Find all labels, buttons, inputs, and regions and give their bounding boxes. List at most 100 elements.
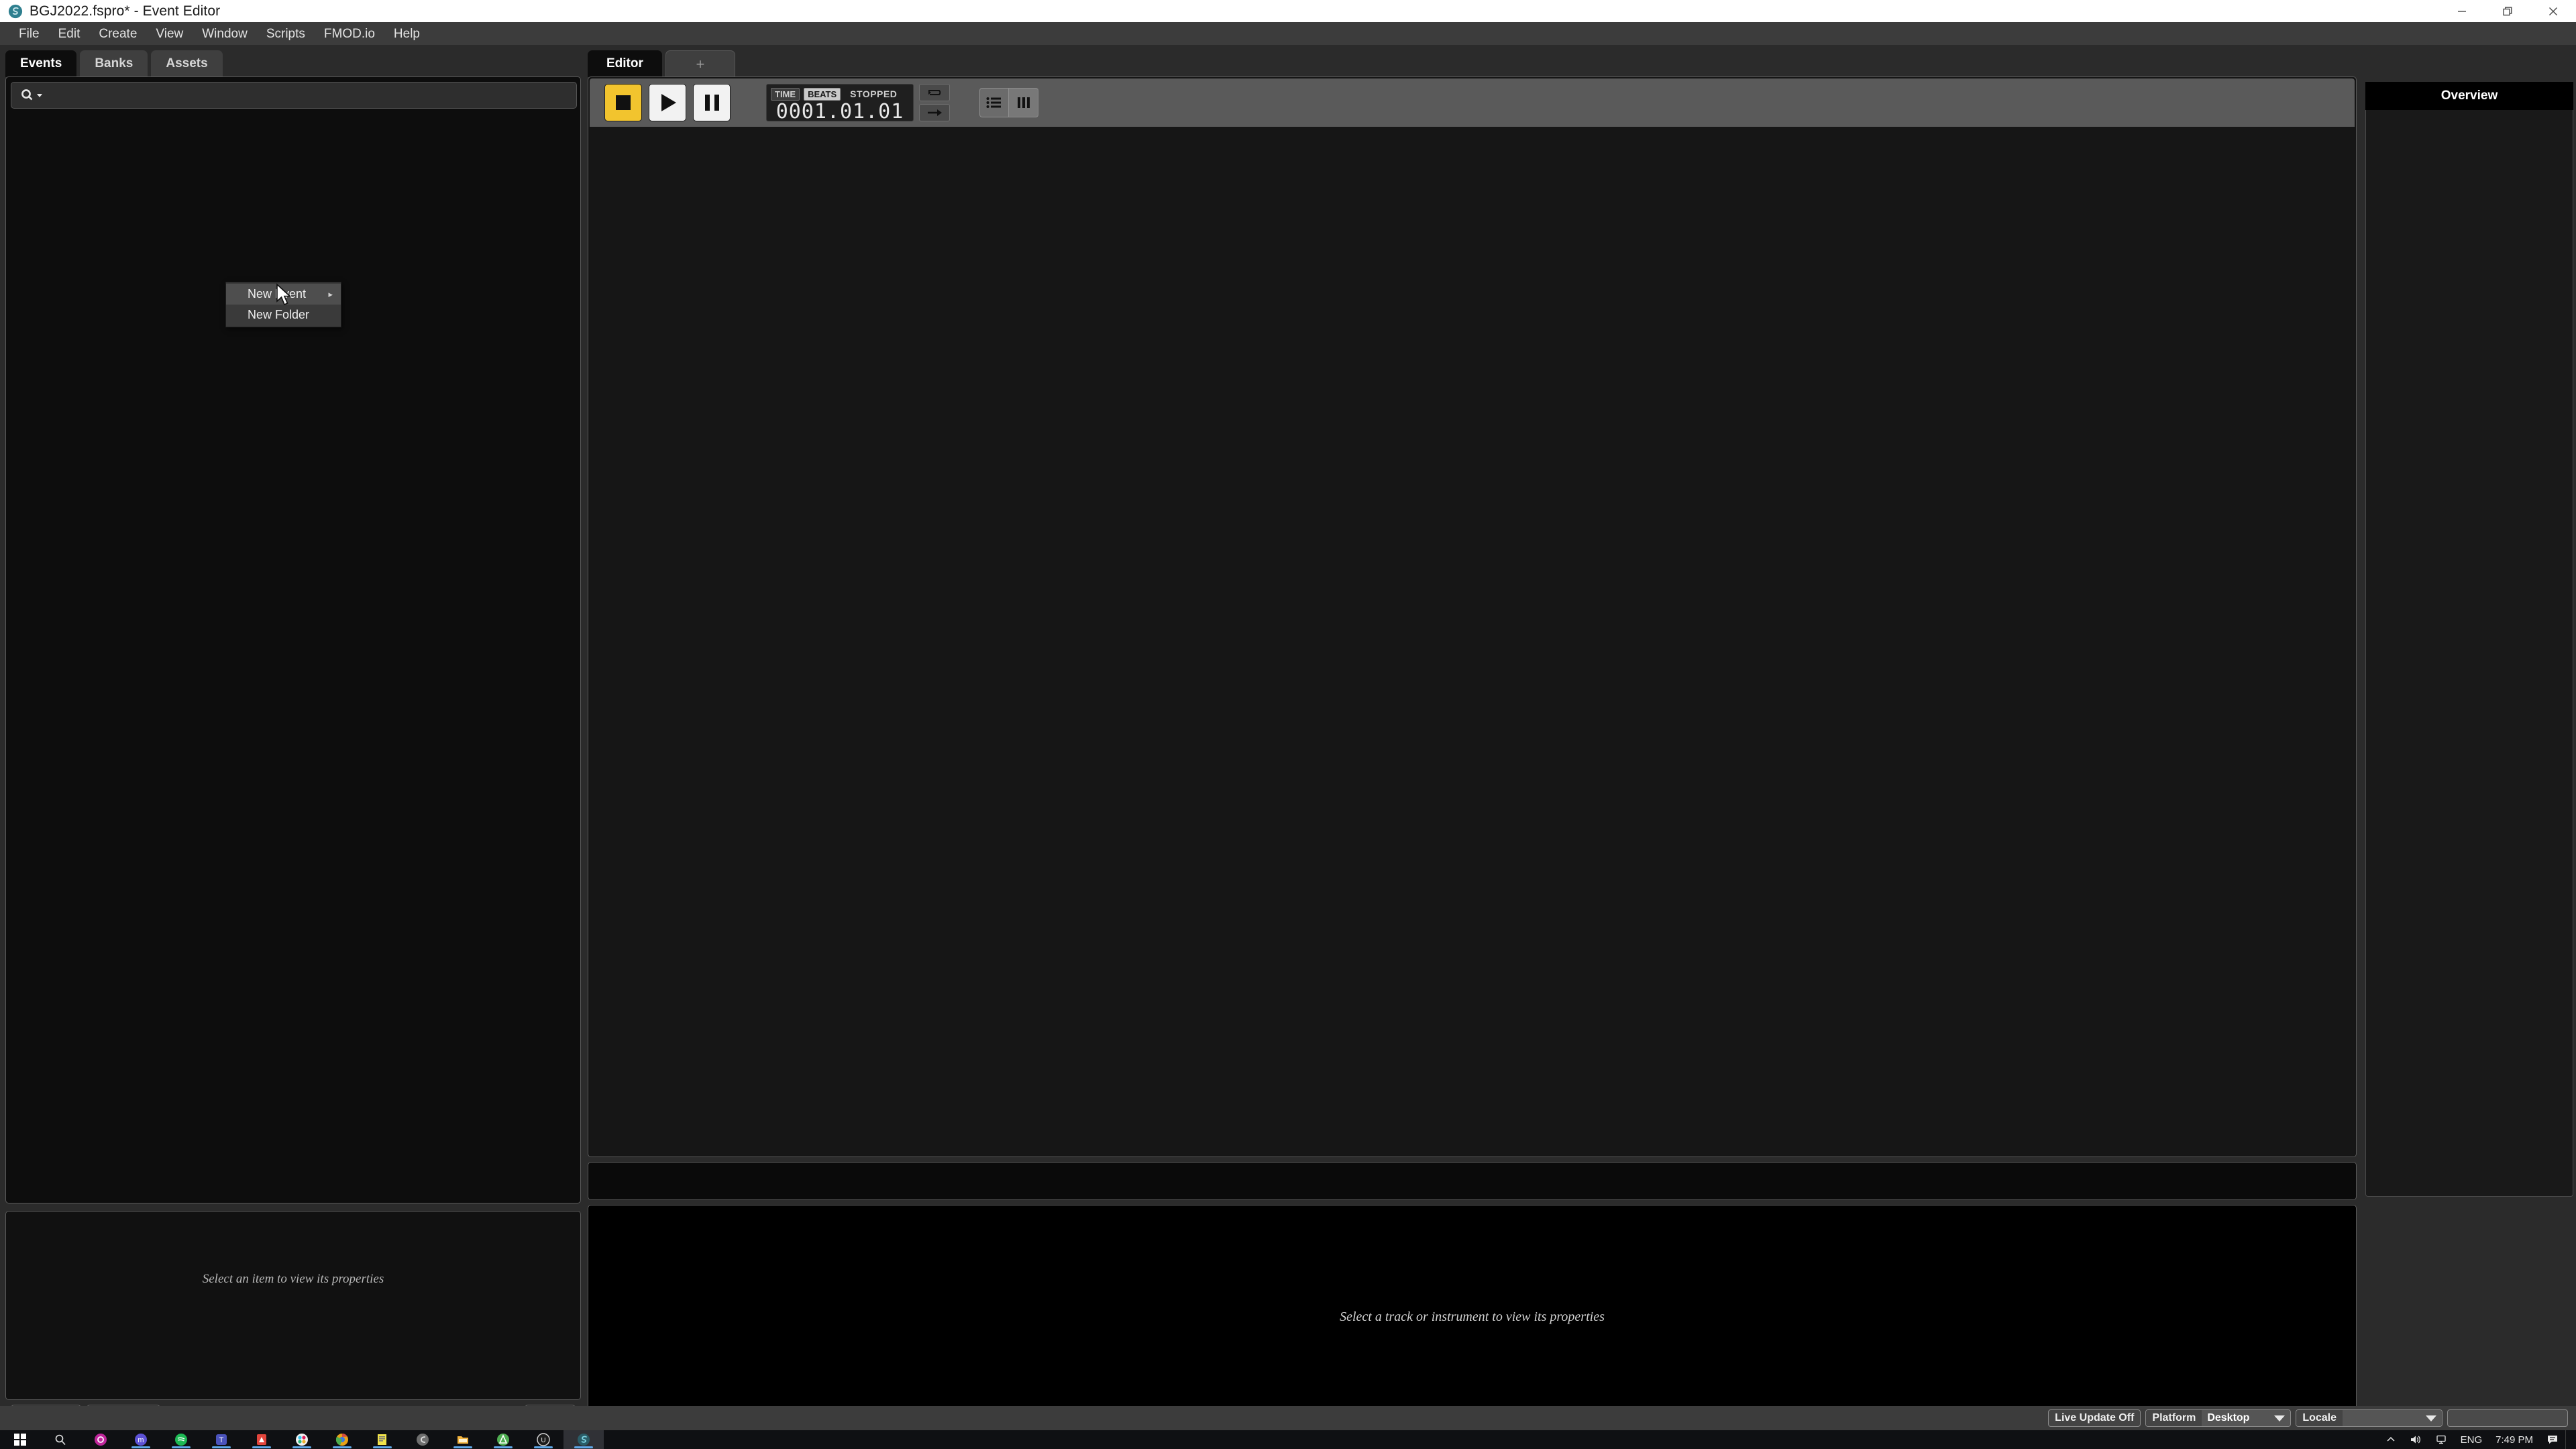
editor-body: TIME BEATS STOPPED 0001.01.01 [588, 76, 2357, 1157]
taskbar-app-icon[interactable] [322, 1430, 362, 1449]
editor-properties-hint: Select a track or instrument to view its… [1340, 1309, 1605, 1324]
taskbar-app-icon[interactable] [161, 1430, 201, 1449]
platform-label: Platform [2146, 1410, 2202, 1426]
transport-extra-buttons [919, 84, 950, 121]
tab-banks[interactable]: Banks [80, 50, 148, 77]
editor-timeline-canvas[interactable] [590, 127, 2355, 1155]
status-progress-area [2447, 1409, 2568, 1427]
beats-mode-button[interactable]: BEATS [804, 87, 841, 101]
browser-properties-hint: Select an item to view its properties [202, 1272, 384, 1286]
column-view-icon[interactable] [1009, 88, 1038, 117]
menu-help[interactable]: Help [384, 25, 429, 43]
search-input[interactable] [43, 88, 576, 103]
timecode-value: 0001.01.01 [775, 100, 904, 123]
stop-icon [616, 95, 631, 110]
transport-toolbar: TIME BEATS STOPPED 0001.01.01 [590, 78, 2355, 127]
clock[interactable]: 7:49 PM [2489, 1430, 2540, 1449]
tab-assets[interactable]: Assets [151, 50, 223, 77]
editor-bottom-strip[interactable] [588, 1162, 2357, 1200]
fmod-studio-window: BGJ2022.fspro* - Event Editor File Edit [0, 0, 2576, 1449]
context-menu-item-new-folder[interactable]: New Folder [226, 305, 341, 325]
list-view-icon[interactable] [979, 88, 1009, 117]
menu-window[interactable]: Window [193, 25, 257, 43]
title-bar: BGJ2022.fspro* - Event Editor [0, 0, 2576, 22]
chevron-up-icon[interactable] [2379, 1430, 2403, 1449]
arrow-right-icon[interactable] [919, 104, 950, 121]
submenu-arrow-icon: ▸ [328, 288, 333, 299]
editor-panel: Editor + TIME BEATS STOPPED 0001.01.01 S… [588, 45, 2361, 1428]
taskbar-app-icon[interactable] [362, 1430, 402, 1449]
taskbar-app-icon[interactable] [241, 1430, 282, 1449]
play-icon [661, 94, 676, 111]
tab-editor[interactable]: Editor [588, 50, 662, 77]
network-icon[interactable] [2428, 1430, 2454, 1449]
editor-tabstrip: Editor + [588, 50, 735, 77]
pause-icon [704, 95, 719, 111]
windows-start-icon[interactable] [0, 1430, 40, 1449]
status-bar: Live Update Off Platform Desktop Locale [0, 1406, 2576, 1430]
events-tree[interactable] [11, 113, 577, 1199]
locale-selector[interactable]: Locale [2296, 1409, 2443, 1427]
context-menu: New Event ▸ New Folder [225, 282, 341, 327]
loop-icon[interactable] [919, 84, 950, 101]
editor-properties-panel: Select a track or instrument to view its… [588, 1205, 2357, 1428]
system-tray: ENG 7:49 PM [2379, 1430, 2576, 1449]
taskbar-app-icon[interactable]: U [523, 1430, 564, 1449]
play-button[interactable] [649, 84, 686, 121]
taskbar-app-icon[interactable] [282, 1430, 322, 1449]
locale-dropdown[interactable] [2343, 1410, 2442, 1426]
search-bar[interactable] [11, 82, 577, 109]
platform-dropdown[interactable]: Desktop [2202, 1410, 2291, 1426]
show-desktop-button[interactable] [2565, 1430, 2572, 1449]
new-tab-button[interactable]: + [665, 50, 735, 77]
menu-create[interactable]: Create [89, 25, 146, 43]
tab-events[interactable]: Events [5, 50, 77, 77]
overview-panel: Overview [2364, 45, 2576, 1197]
platform-value: Desktop [2207, 1412, 2250, 1424]
taskbar-app-icon[interactable]: T [201, 1430, 241, 1449]
browser-properties-panel: Select an item to view its properties [5, 1211, 581, 1400]
svg-text:T: T [219, 1436, 224, 1444]
events-browser-panel: Events Banks Assets Select an item to vi… [0, 45, 585, 1425]
language-indicator[interactable]: ENG [2454, 1430, 2489, 1449]
timecode-display[interactable]: TIME BEATS STOPPED 0001.01.01 [766, 84, 914, 123]
taskbar-app-icon-fmod[interactable] [564, 1430, 604, 1449]
menu-view[interactable]: View [146, 25, 193, 43]
windows-taskbar: m T U ENG 7:49 PM [0, 1430, 2576, 1449]
minimize-icon[interactable] [2439, 0, 2485, 22]
svg-text:U: U [541, 1437, 545, 1444]
svg-text:m: m [138, 1436, 144, 1444]
search-icon[interactable] [20, 88, 43, 103]
taskbar-app-icon[interactable] [443, 1430, 483, 1449]
view-mode-buttons [979, 88, 1038, 117]
window-controls [2439, 0, 2576, 22]
close-icon[interactable] [2530, 0, 2576, 22]
stop-button[interactable] [604, 84, 642, 121]
menu-scripts[interactable]: Scripts [257, 25, 315, 43]
taskbar-search-icon[interactable] [40, 1430, 80, 1449]
menu-file[interactable]: File [9, 25, 49, 43]
pause-button[interactable] [693, 84, 731, 121]
taskbar-app-icon[interactable] [483, 1430, 523, 1449]
chevron-down-icon [2426, 1415, 2436, 1421]
taskbar-app-icon[interactable]: m [121, 1430, 161, 1449]
menu-edit[interactable]: Edit [49, 25, 90, 43]
notification-icon[interactable] [2540, 1430, 2565, 1449]
context-menu-item-new-event[interactable]: New Event ▸ [226, 284, 341, 305]
volume-icon[interactable] [2403, 1430, 2428, 1449]
chevron-down-icon[interactable] [36, 92, 43, 99]
overview-body[interactable] [2365, 110, 2573, 1197]
taskbar-app-icon[interactable] [80, 1430, 121, 1449]
live-update-button[interactable]: Live Update Off [2048, 1409, 2141, 1427]
overview-title: Overview [2365, 82, 2573, 110]
platform-selector[interactable]: Platform Desktop [2145, 1409, 2292, 1427]
restore-icon[interactable] [2485, 0, 2530, 22]
time-mode-button[interactable]: TIME [771, 87, 800, 101]
menu-fmodio[interactable]: FMOD.io [315, 25, 384, 43]
browser-box [5, 76, 581, 1203]
context-menu-item-label: New Event [248, 287, 307, 301]
taskbar-app-icon[interactable] [402, 1430, 443, 1449]
transport-status: STOPPED [850, 89, 898, 99]
context-menu-item-label: New Folder [248, 308, 310, 321]
fmod-logo-icon [8, 4, 23, 18]
